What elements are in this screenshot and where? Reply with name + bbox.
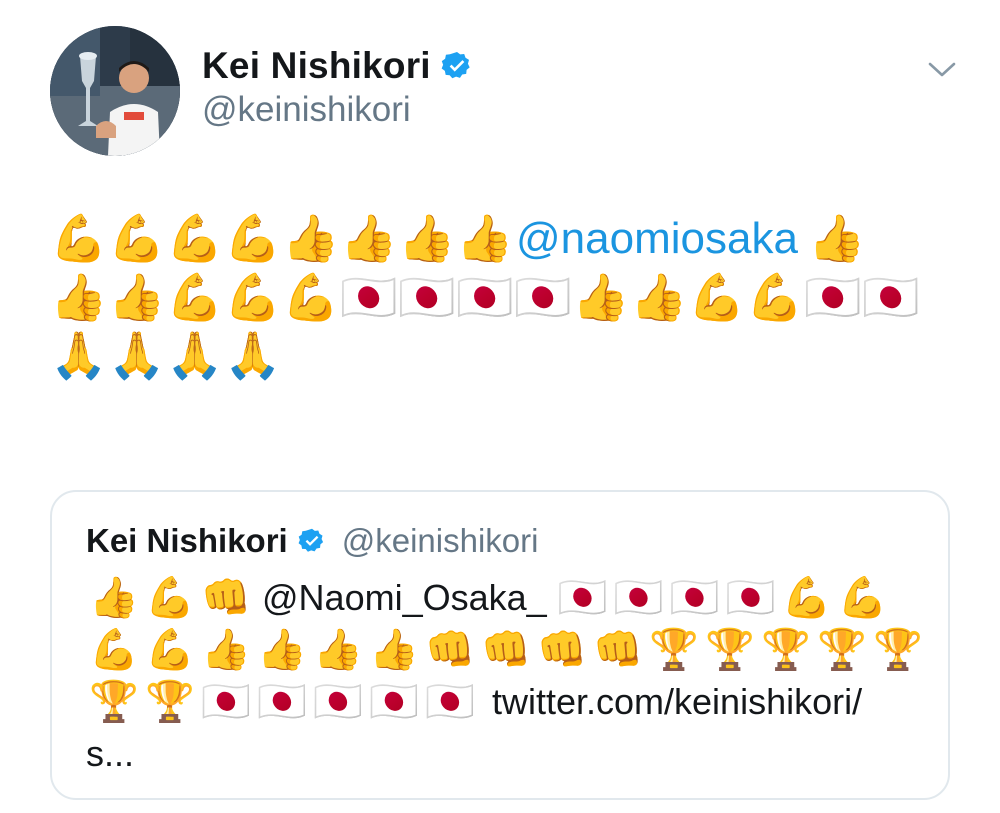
thumbs-up-emoji: 👍 (282, 211, 340, 265)
flexed-biceps-emoji: 💪 (166, 270, 224, 324)
thumbs-up-emoji: 👍 (808, 211, 866, 265)
tweet-text: 💪💪💪💪👍👍👍👍 @naomiosaka 👍 👍 👍 💪 💪 💪 🇯🇵 🇯🇵 🇯🇵 🇯🇵 👍 👍 💪 💪… (50, 210, 950, 384)
thumbs-up-emoji: 👍 (313, 627, 363, 673)
flexed-biceps-emoji: 💪 (89, 627, 139, 673)
japan-flag-emoji: 🇯🇵 (425, 679, 475, 725)
avatar[interactable] (50, 26, 180, 156)
emoji-group: 👍 💪 👊 (86, 572, 254, 624)
japan-flag-emoji: 🇯🇵 (313, 679, 363, 725)
mention-link-naomiosaka[interactable]: @naomiosaka (516, 210, 798, 268)
japan-flag-emoji: 🇯🇵 (804, 270, 862, 324)
thumbs-up-emoji: 👍 (89, 575, 139, 621)
verified-badge-icon (298, 527, 326, 555)
emoji-group: 💪💪💪💪👍👍👍👍 (50, 209, 514, 269)
japan-flag-emoji: 🇯🇵 (201, 679, 251, 725)
quoted-tweet-header: Kei Nishikori @keinishikori (86, 522, 538, 560)
verified-badge-icon (441, 50, 473, 82)
thumbs-up-emoji: 👍 (630, 270, 688, 324)
quoted-tweet-text: 👍 💪 👊 @Naomi_Osaka_ 🇯🇵 🇯🇵 🇯🇵 🇯🇵 💪 💪 💪 💪 👍 👍 👍 👍 👊 👊 👊 👊 🏆… (86, 572, 926, 780)
quoted-author-display-name: Kei Nishikori (86, 522, 288, 559)
trophy-emoji: 🏆 (145, 679, 195, 725)
quoted-line-1: 👍 💪 👊 @Naomi_Osaka_ 🇯🇵 🇯🇵 🇯🇵 🇯🇵 💪 💪 (86, 572, 926, 624)
folded-hands-emoji: 🙏 (224, 328, 282, 382)
japan-flag-emoji: 🇯🇵 (613, 575, 664, 621)
flexed-biceps-emoji: 💪 (108, 211, 166, 265)
flexed-biceps-emoji: 💪 (145, 575, 195, 621)
quoted-line-4: s... (86, 728, 926, 780)
fist-bump-emoji: 👊 (593, 627, 643, 673)
thumbs-up-emoji: 👍 (108, 270, 166, 324)
flexed-biceps-emoji: 💪 (837, 575, 888, 621)
author-name-row[interactable]: Kei Nishikori (202, 43, 473, 89)
flexed-biceps-emoji: 💪 (145, 627, 195, 673)
quoted-tweet-link: twitter.com/keinishikori/ (492, 681, 863, 722)
trophy-emoji: 🏆 (705, 627, 755, 673)
quoted-line-2: 💪 💪 👍 👍 👍 👍 👊 👊 👊 👊 🏆 🏆 🏆 🏆 🏆 (86, 624, 926, 676)
japan-flag-emoji: 🇯🇵 (725, 575, 776, 621)
tweet-page: Kei Nishikori @keinishikori 💪💪💪💪👍👍👍👍 @na… (0, 0, 1000, 813)
japan-flag-emoji: 🇯🇵 (557, 575, 608, 621)
author-handle[interactable]: @keinishikori (202, 90, 411, 130)
thumbs-up-emoji: 👍 (369, 627, 419, 673)
flexed-biceps-emoji: 💪 (224, 270, 282, 324)
trophy-emoji: 🏆 (89, 679, 139, 725)
thumbs-up-emoji: 👍 (456, 211, 514, 265)
emoji-group: 👍 (808, 209, 866, 269)
folded-hands-emoji: 🙏 (108, 328, 166, 382)
author-display-name[interactable]: Kei Nishikori (202, 45, 431, 87)
flexed-biceps-emoji: 💪 (688, 270, 746, 324)
quoted-mention-naomi-osaka: @Naomi_Osaka_ (262, 577, 547, 618)
flexed-biceps-emoji: 💪 (781, 575, 832, 621)
folded-hands-emoji: 🙏 (50, 328, 108, 382)
tweet-line-3: 🙏 🙏 🙏 🙏 (50, 326, 950, 384)
trophy-emoji: 🏆 (873, 627, 923, 673)
quoted-truncated-text: s... (86, 733, 135, 774)
quoted-author-handle: @keinishikori (341, 522, 539, 559)
japan-flag-emoji: 🇯🇵 (514, 270, 572, 324)
chevron-down-icon (928, 62, 956, 77)
tweet-menu-button[interactable] (922, 56, 962, 84)
fist-bump-emoji: 👊 (425, 627, 475, 673)
flexed-biceps-emoji: 💪 (50, 211, 108, 265)
trophy-emoji: 🏆 (761, 627, 811, 673)
japan-flag-emoji: 🇯🇵 (257, 679, 307, 725)
thumbs-up-emoji: 👍 (201, 627, 251, 673)
avatar-photo (50, 26, 180, 156)
japan-flag-emoji: 🇯🇵 (669, 575, 720, 621)
thumbs-up-emoji: 👍 (398, 211, 456, 265)
trophy-emoji: 🏆 (817, 627, 867, 673)
tweet-line-1: 💪💪💪💪👍👍👍👍 @naomiosaka 👍 (50, 210, 950, 268)
flexed-biceps-emoji: 💪 (224, 211, 282, 265)
fist-bump-emoji: 👊 (201, 575, 251, 621)
flexed-biceps-emoji: 💪 (746, 270, 804, 324)
tweet-line-2: 👍 👍 💪 💪 💪 🇯🇵 🇯🇵 🇯🇵 🇯🇵 👍 👍 💪 💪 🇯🇵 🇯🇵 (50, 268, 950, 326)
thumbs-up-emoji: 👍 (340, 211, 398, 265)
japan-flag-emoji: 🇯🇵 (398, 270, 456, 324)
quoted-tweet-card[interactable]: Kei Nishikori @keinishikori 👍 💪 👊 @Naomi_O… (50, 490, 950, 800)
thumbs-up-emoji: 👍 (572, 270, 630, 324)
flexed-biceps-emoji: 💪 (166, 211, 224, 265)
trophy-emoji: 🏆 (649, 627, 699, 673)
emoji-group: 🏆 🏆 🇯🇵 🇯🇵 🇯🇵 🇯🇵 🇯🇵 (86, 676, 478, 728)
quoted-line-3: 🏆 🏆 🇯🇵 🇯🇵 🇯🇵 🇯🇵 🇯🇵 twitter.com/keinishikori/ (86, 676, 926, 728)
japan-flag-emoji: 🇯🇵 (456, 270, 514, 324)
thumbs-up-emoji: 👍 (257, 627, 307, 673)
japan-flag-emoji: 🇯🇵 (369, 679, 419, 725)
japan-flag-emoji: 🇯🇵 (340, 270, 398, 324)
fist-bump-emoji: 👊 (481, 627, 531, 673)
folded-hands-emoji: 🙏 (166, 328, 224, 382)
flexed-biceps-emoji: 💪 (282, 270, 340, 324)
thumbs-up-emoji: 👍 (50, 270, 108, 324)
emoji-group: 🇯🇵 🇯🇵 🇯🇵 🇯🇵 💪 💪 (555, 572, 891, 624)
fist-bump-emoji: 👊 (537, 627, 587, 673)
japan-flag-emoji: 🇯🇵 (862, 270, 920, 324)
